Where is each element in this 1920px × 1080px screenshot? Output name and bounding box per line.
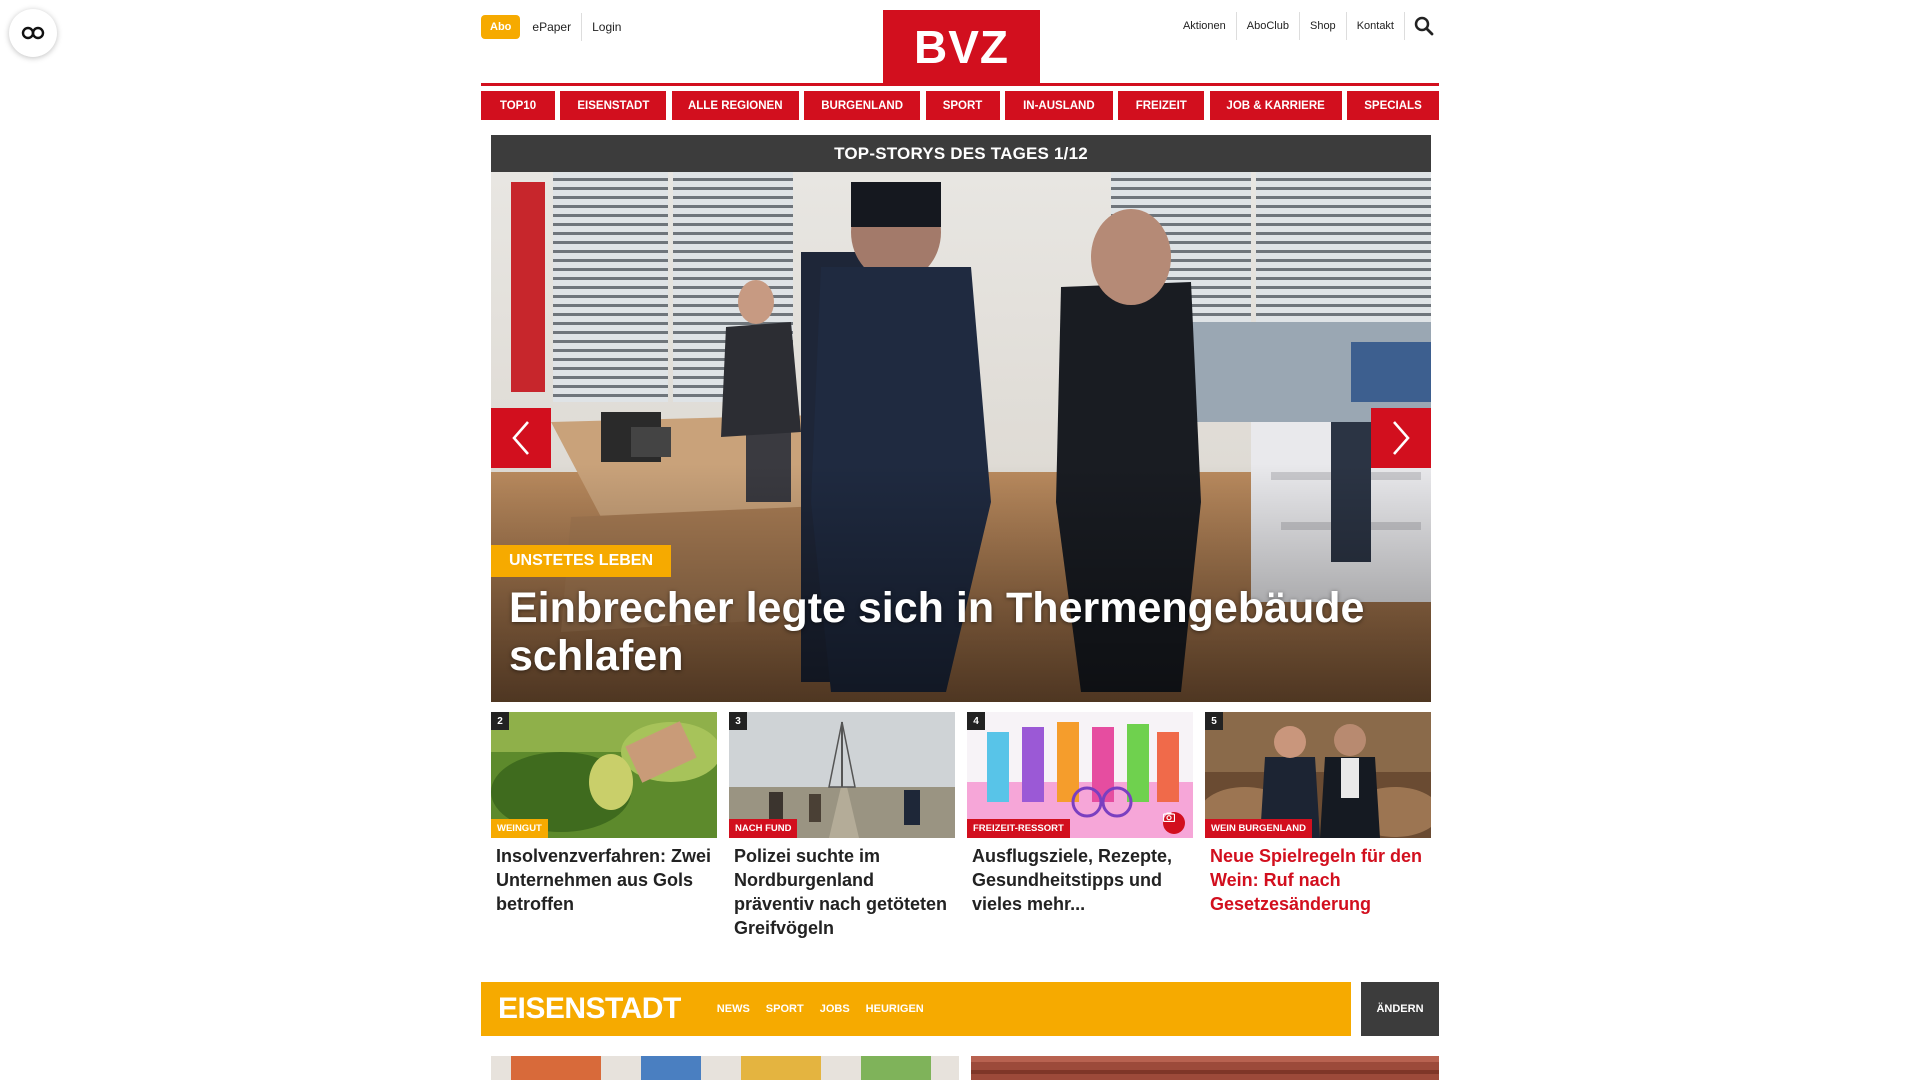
nav-item-in-ausland[interactable]: IN-AUSLAND — [1004, 91, 1113, 120]
site-logo[interactable]: BVZ — [883, 10, 1040, 84]
camera-icon — [1163, 812, 1185, 834]
teaser-category-tag: NACH FUND — [729, 819, 798, 838]
search-icon — [1414, 16, 1434, 36]
region-title[interactable]: EISENSTADT — [498, 992, 681, 1026]
teaser-headline[interactable]: Insolvenzverfahren: Zwei Unternehmen aus… — [491, 838, 717, 916]
slider-next-button[interactable] — [1371, 408, 1431, 468]
nav-item-freizeit[interactable]: FREIZEIT — [1118, 91, 1205, 120]
teaser-card[interactable]: 3 NACH FUND Polizei suchte im Nordburgen… — [729, 712, 955, 940]
teaser-card[interactable]: 2 WEINGUT Insolvenzverfahren: Zwei Unter… — [491, 712, 717, 940]
hero-category-tag: UNSTETES LEBEN — [491, 545, 672, 577]
top-stories-slider: TOP-STORYS DES TAGES 1/12 UNSTETES LEBEN… — [491, 135, 1431, 702]
aktionen-link[interactable]: Aktionen — [1173, 12, 1237, 40]
nav-item-sport[interactable]: SPORT — [925, 91, 1000, 120]
teaser-image: 4 FREIZEIT-RESSORT — [967, 712, 1193, 838]
region-link-heurigen[interactable]: HEURIGEN — [866, 1003, 924, 1015]
teaser-category-tag: WEINGUT — [491, 819, 548, 838]
chevron-right-icon — [1393, 421, 1410, 455]
teaser-headline[interactable]: Neue Spielregeln für den Wein: Ruf nach … — [1205, 838, 1431, 916]
teaser-headline[interactable]: Polizei suchte im Nordburgenland prävent… — [729, 838, 955, 940]
region-section-header: EISENSTADT NEWS SPORT JOBS HEURIGEN — [481, 982, 1351, 1036]
teaser-image: 2 WEINGUT — [491, 712, 717, 838]
change-region-button[interactable]: ÄNDERN — [1361, 982, 1439, 1036]
teaser-image: 5 WEIN BURGENLAND — [1205, 712, 1431, 838]
nav-item-eisenstadt[interactable]: EISENSTADT — [560, 91, 667, 120]
hero-headline[interactable]: Einbrecher legte sich in Thermengebäude … — [509, 584, 1409, 680]
teaser-category-tag: FREIZEIT-RESSORT — [967, 819, 1070, 838]
region-teaser-image[interactable] — [491, 1056, 959, 1080]
teaser-cards: 2 WEINGUT Insolvenzverfahren: Zwei Unter… — [491, 712, 1431, 940]
slider-prev-button[interactable] — [491, 408, 551, 468]
search-button[interactable] — [1409, 12, 1439, 40]
nav-item-alle-regionen[interactable]: ALLE REGIONEN — [671, 91, 799, 120]
hero-story[interactable]: UNSTETES LEBEN Einbrecher legte sich in … — [491, 172, 1431, 702]
abo-button[interactable]: Abo — [481, 15, 521, 39]
glasses-icon — [21, 26, 45, 40]
teaser-card[interactable]: 4 FREIZEIT-RESSORT Ausflugsziele, Rezept… — [967, 712, 1193, 940]
nav-item-top10[interactable]: TOP10 — [481, 91, 555, 120]
epaper-link[interactable]: ePaper — [532, 13, 581, 41]
teaser-headline[interactable]: Ausflugsziele, Rezepte, Gesundheitstipps… — [967, 838, 1193, 916]
teaser-rank: 3 — [729, 712, 747, 730]
header-left-links: Abo ePaper Login — [481, 13, 631, 41]
region-link-sport[interactable]: SPORT — [766, 1003, 804, 1015]
header-right-links: Aktionen AboClub Shop Kontakt — [1173, 12, 1439, 40]
page-container: Abo ePaper Login BVZ Aktionen AboClub Sh… — [481, 0, 1439, 1080]
chevron-left-icon — [512, 421, 529, 455]
nav-item-burgenland[interactable]: BURGENLAND — [804, 91, 921, 120]
slider-heading: TOP-STORYS DES TAGES 1/12 — [491, 135, 1431, 172]
teaser-rank: 4 — [967, 712, 985, 730]
teaser-category-tag: WEIN BURGENLAND — [1205, 819, 1312, 838]
region-link-news[interactable]: NEWS — [717, 1003, 750, 1015]
aboclub-link[interactable]: AboClub — [1237, 12, 1300, 40]
header-divider — [481, 83, 1439, 86]
accessibility-button[interactable] — [9, 9, 57, 57]
region-teaser-image[interactable] — [971, 1056, 1439, 1080]
nav-item-job-karriere[interactable]: JOB & KARRIERE — [1209, 91, 1342, 120]
shop-link[interactable]: Shop — [1300, 12, 1347, 40]
teaser-rank: 5 — [1205, 712, 1223, 730]
kontakt-link[interactable]: Kontakt — [1347, 12, 1405, 40]
site-header: Abo ePaper Login BVZ Aktionen AboClub Sh… — [481, 0, 1439, 86]
teaser-image: 3 NACH FUND — [729, 712, 955, 838]
nav-item-specials[interactable]: SPECIALS — [1347, 91, 1439, 120]
teaser-card[interactable]: 5 WEIN BURGENLAND Neue Spielregeln für d… — [1205, 712, 1431, 940]
login-link[interactable]: Login — [581, 13, 631, 41]
teaser-rank: 2 — [491, 712, 509, 730]
main-navigation: TOP10 EISENSTADT ALLE REGIONEN BURGENLAN… — [481, 91, 1439, 120]
region-link-jobs[interactable]: JOBS — [820, 1003, 850, 1015]
